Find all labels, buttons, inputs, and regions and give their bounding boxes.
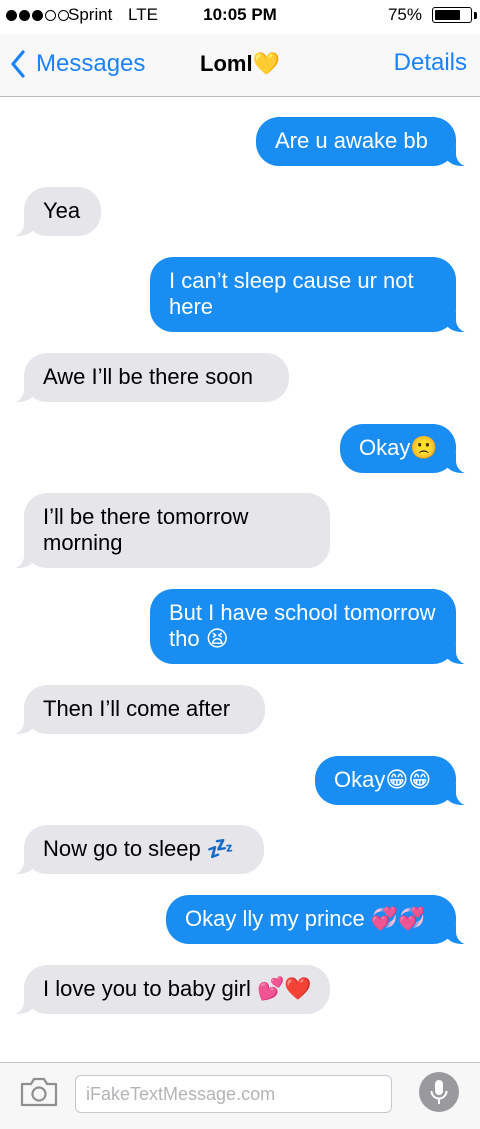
message-bubble-sent[interactable]: Are u awake bb [256,117,480,167]
message-bubble-received[interactable]: Yea [0,187,101,237]
details-button[interactable]: Details [394,49,467,77]
message-bubble-sent[interactable]: I can’t sleep cause ur not here [150,257,480,333]
message-bubble-received[interactable]: Awe I’ll be there soon [0,353,289,403]
message-input[interactable] [75,1075,392,1113]
microphone-button[interactable] [419,1072,459,1112]
message-bubble-received[interactable]: I’ll be there tomorrow morning [0,493,330,569]
message-bubble-sent[interactable]: But I have school tomorrow tho 😫 [150,589,480,665]
battery-icon [432,7,472,23]
message-bubble-sent[interactable]: Okay😁😁 [315,756,480,806]
message-bubble-sent[interactable]: Okay lly my prince 💞💞 [166,895,480,945]
message-bubble-sent[interactable]: Okay🙁 [340,424,480,474]
microphone-icon [430,1080,448,1104]
camera-icon [20,1077,58,1107]
back-button[interactable]: Messages [10,48,145,80]
status-bar: Sprint LTE 10:05 PM 75% [0,0,480,34]
message-bubble-received[interactable]: Now go to sleep 💤 [0,825,264,875]
message-bubble-received[interactable]: Then I’ll come after [0,685,265,735]
back-button-label: Messages [36,50,146,77]
chevron-left-icon [11,50,25,78]
camera-button[interactable] [20,1077,58,1107]
battery-tip [474,12,477,19]
battery-percentage: 75% [387,5,422,24]
navigation-bar: Messages Loml💛 Details [0,34,480,97]
message-bubble-received[interactable]: I love you to baby girl 💕❤️ [0,965,330,1015]
message-thread[interactable]: Are u awake bb Yea I can’t sleep cause u… [0,97,480,1062]
compose-bar [0,1062,480,1129]
conversation-title[interactable]: Loml💛 [200,51,280,76]
battery-level [435,10,460,20]
